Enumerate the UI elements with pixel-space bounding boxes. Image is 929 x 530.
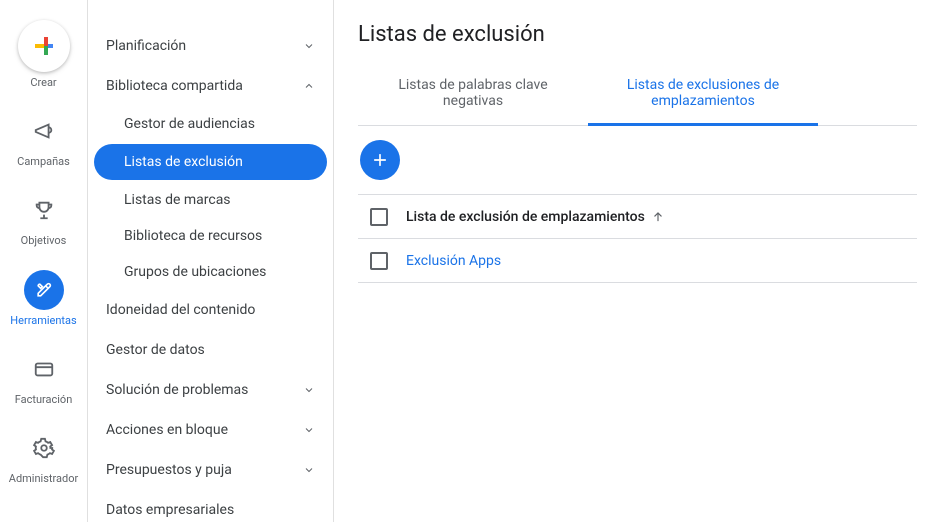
chevron-down-icon <box>303 40 315 52</box>
tabs: Listas de palabras clave negativas Lista… <box>358 65 917 126</box>
rail-label: Campañas <box>17 155 70 168</box>
sidebar-item-audience-manager[interactable]: Gestor de audiencias <box>88 106 333 142</box>
sidebar-group-shared-library[interactable]: Biblioteca compartida <box>88 66 333 106</box>
sidebar-group-troubleshooting[interactable]: Solución de problemas <box>88 370 333 410</box>
sidebar-label: Solución de problemas <box>106 382 248 398</box>
sidebar-item-exclusion-lists[interactable]: Listas de exclusión <box>94 144 327 180</box>
tab-negative-keywords[interactable]: Listas de palabras clave negativas <box>358 65 588 125</box>
card-icon <box>24 349 64 389</box>
rail-item-billing[interactable]: Facturación <box>0 349 87 406</box>
rail-item-campaigns[interactable]: Campañas <box>0 111 87 168</box>
sidebar-item-asset-library[interactable]: Biblioteca de recursos <box>88 218 333 254</box>
rail-item-tools[interactable]: Herramientas <box>0 270 87 327</box>
rail-label: Administrador <box>9 472 78 485</box>
sidebar-group-budgets[interactable]: Presupuestos y puja <box>88 450 333 490</box>
sidebar-label: Acciones en bloque <box>106 422 228 438</box>
sidebar-label: Biblioteca compartida <box>106 78 243 94</box>
sidebar-sublist: Gestor de audiencias Listas de exclusión… <box>88 106 333 290</box>
sidebar-group-planning[interactable]: Planificación <box>88 26 333 66</box>
sidebar-label: Planificación <box>106 38 186 54</box>
chevron-up-icon <box>303 80 315 92</box>
trophy-icon <box>24 190 64 230</box>
table-header-row: Lista de exclusión de emplazamientos <box>358 195 917 239</box>
select-all-checkbox[interactable] <box>370 208 388 226</box>
main-content: Listas de exclusión Listas de palabras c… <box>334 0 929 522</box>
table-row: Exclusión Apps <box>358 239 917 283</box>
sidebar-group-content-suitability[interactable]: Idoneidad del contenido <box>88 290 333 330</box>
row-checkbox[interactable] <box>370 252 388 270</box>
sidebar-item-location-groups[interactable]: Grupos de ubicaciones <box>88 254 333 290</box>
rail-label: Crear <box>30 76 56 89</box>
chevron-down-icon <box>303 384 315 396</box>
chevron-down-icon <box>303 424 315 436</box>
sidebar-label: Idoneidad del contenido <box>106 302 255 318</box>
plus-icon <box>370 150 390 170</box>
sidebar-label: Gestor de datos <box>106 342 205 358</box>
rail-label: Objetivos <box>21 234 67 247</box>
create-button[interactable]: Crear <box>0 20 87 89</box>
sidebar-item-brand-lists[interactable]: Listas de marcas <box>88 182 333 218</box>
table: Lista de exclusión de emplazamientos Exc… <box>358 194 917 283</box>
tools-icon <box>24 270 64 310</box>
list-name-link[interactable]: Exclusión Apps <box>406 253 501 269</box>
megaphone-icon <box>24 111 64 151</box>
sidebar-label: Datos empresariales <box>106 502 234 518</box>
arrow-up-icon <box>651 210 665 224</box>
page-title: Listas de exclusión <box>358 22 917 47</box>
sidebar-group-business-data[interactable]: Datos empresariales <box>88 490 333 530</box>
sidebar: Planificación Biblioteca compartida Gest… <box>88 0 334 522</box>
app-rail: Crear Campañas Objetivos Herramientas Fa… <box>0 0 88 522</box>
rail-label: Facturación <box>15 393 73 406</box>
chevron-down-icon <box>303 464 315 476</box>
rail-item-admin[interactable]: Administrador <box>0 428 87 485</box>
add-button[interactable] <box>360 140 400 180</box>
column-header-name[interactable]: Lista de exclusión de emplazamientos <box>406 209 665 225</box>
sidebar-group-bulk-actions[interactable]: Acciones en bloque <box>88 410 333 450</box>
plus-icon <box>18 20 70 72</box>
sidebar-label: Presupuestos y puja <box>106 462 232 478</box>
gear-icon <box>24 428 64 468</box>
tab-placement-exclusions[interactable]: Listas de exclusiones de emplazamientos <box>588 65 818 126</box>
sidebar-group-data-manager[interactable]: Gestor de datos <box>88 330 333 370</box>
rail-label: Herramientas <box>10 314 76 327</box>
rail-item-goals[interactable]: Objetivos <box>0 190 87 247</box>
